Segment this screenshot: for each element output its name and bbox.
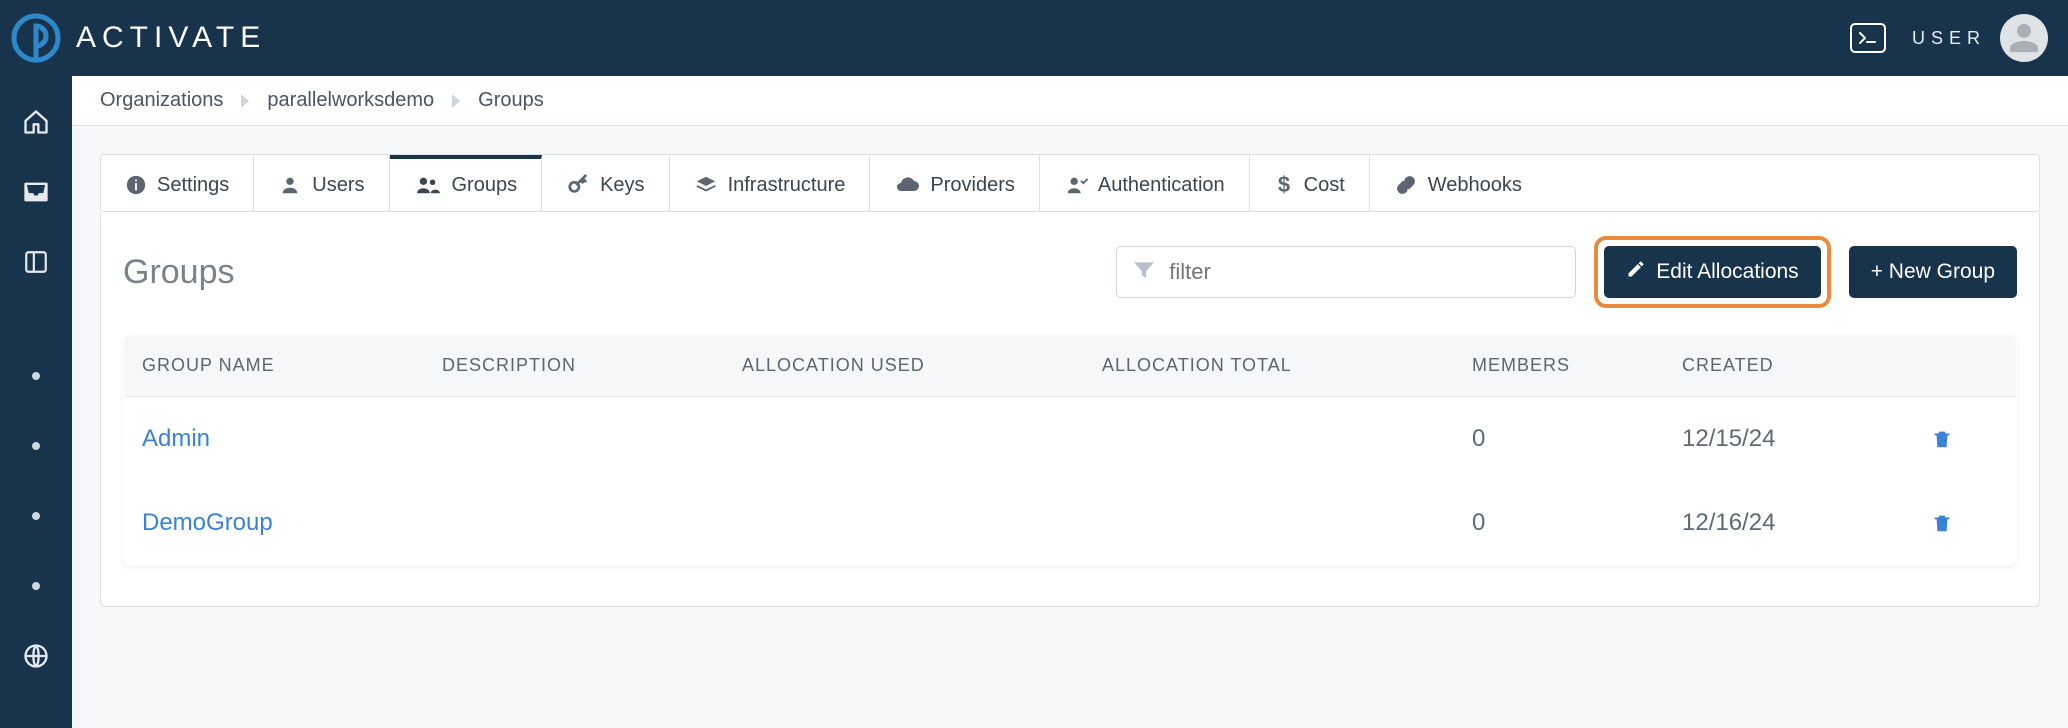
cell-members: 0	[1472, 509, 1682, 537]
delete-row-button[interactable]	[1892, 511, 1992, 535]
rail-dot-3[interactable]	[20, 500, 52, 532]
table-row: Admin 0 12/15/24	[124, 397, 2016, 481]
tab-label: Cost	[1304, 174, 1345, 197]
tab-label: Users	[312, 174, 364, 197]
main: Organizations parallelworksdemo Groups S…	[72, 76, 2068, 728]
group-name-link[interactable]: Admin	[142, 425, 442, 453]
tab-settings[interactable]: Settings	[101, 155, 254, 211]
tab-label: Authentication	[1098, 174, 1225, 197]
brand-name: ACTIVATE	[76, 21, 266, 55]
svg-text:$: $	[1278, 173, 1290, 197]
col-created: CREATED	[1682, 355, 1892, 376]
user-avatar[interactable]	[2000, 14, 2048, 62]
tab-label: Webhooks	[1428, 174, 1522, 197]
new-group-label: + New Group	[1871, 260, 1995, 284]
crumb-groups[interactable]: Groups	[464, 76, 558, 125]
tab-users[interactable]: Users	[254, 155, 389, 211]
breadcrumb: Organizations parallelworksdemo Groups	[72, 76, 2068, 126]
cell-created: 12/15/24	[1682, 425, 1892, 453]
terminal-button[interactable]	[1850, 23, 1886, 53]
col-group-name: GROUP NAME	[142, 355, 442, 376]
tab-infrastructure[interactable]: Infrastructure	[670, 155, 871, 211]
rail-home-icon[interactable]	[20, 106, 52, 138]
tabs: Settings Users Groups Keys Infrastructur…	[100, 154, 2040, 212]
rail-globe-icon[interactable]	[20, 640, 52, 672]
chevron-right-icon	[241, 94, 249, 108]
col-actions	[1892, 355, 1992, 376]
chevron-right-icon	[452, 94, 460, 108]
edit-allocations-label: Edit Allocations	[1656, 260, 1798, 284]
delete-row-button[interactable]	[1892, 427, 1992, 451]
tab-cost[interactable]: $ Cost	[1250, 155, 1370, 211]
edit-allocations-highlight: Edit Allocations	[1594, 236, 1830, 308]
col-allocation-total: ALLOCATION TOTAL	[1102, 355, 1472, 376]
col-members: MEMBERS	[1472, 355, 1682, 376]
groups-panel: Groups Edit Allocations	[100, 212, 2040, 607]
tab-groups[interactable]: Groups	[390, 155, 543, 211]
rail-dot-4[interactable]	[20, 570, 52, 602]
rail-panels-icon[interactable]	[20, 246, 52, 278]
col-description: DESCRIPTION	[442, 355, 742, 376]
user-label: USER	[1912, 28, 1986, 49]
table-header: GROUP NAME DESCRIPTION ALLOCATION USED A…	[124, 335, 2016, 397]
crumb-organizations[interactable]: Organizations	[100, 76, 237, 125]
cell-members: 0	[1472, 425, 1682, 453]
edit-icon	[1626, 259, 1646, 285]
topbar: ACTIVATE USER	[0, 0, 2068, 76]
groups-table: GROUP NAME DESCRIPTION ALLOCATION USED A…	[123, 334, 2017, 566]
tab-label: Keys	[600, 174, 644, 197]
filter-input[interactable]	[1169, 247, 1565, 297]
crumb-org-name[interactable]: parallelworksdemo	[253, 76, 448, 125]
rail-dot-1[interactable]	[20, 360, 52, 392]
brand-logo-icon	[10, 12, 62, 64]
edit-allocations-button[interactable]: Edit Allocations	[1604, 246, 1820, 298]
rail-inbox-icon[interactable]	[20, 176, 52, 208]
tab-keys[interactable]: Keys	[542, 155, 669, 211]
tab-providers[interactable]: Providers	[870, 155, 1039, 211]
tab-label: Settings	[157, 174, 229, 197]
left-rail	[0, 76, 72, 728]
new-group-button[interactable]: + New Group	[1849, 246, 2017, 298]
rail-dot-2[interactable]	[20, 430, 52, 462]
table-row: DemoGroup 0 12/16/24	[124, 481, 2016, 565]
filter-icon	[1131, 257, 1157, 288]
tab-label: Infrastructure	[728, 174, 846, 197]
page-title: Groups	[123, 253, 235, 292]
tab-authentication[interactable]: Authentication	[1040, 155, 1250, 211]
brand-logo[interactable]: ACTIVATE	[10, 12, 266, 64]
filter-field[interactable]	[1116, 246, 1576, 298]
tab-label: Groups	[452, 174, 518, 197]
group-name-link[interactable]: DemoGroup	[142, 509, 442, 537]
cell-created: 12/16/24	[1682, 509, 1892, 537]
col-allocation-used: ALLOCATION USED	[742, 355, 1102, 376]
tab-label: Providers	[930, 174, 1014, 197]
tab-webhooks[interactable]: Webhooks	[1370, 155, 1546, 211]
